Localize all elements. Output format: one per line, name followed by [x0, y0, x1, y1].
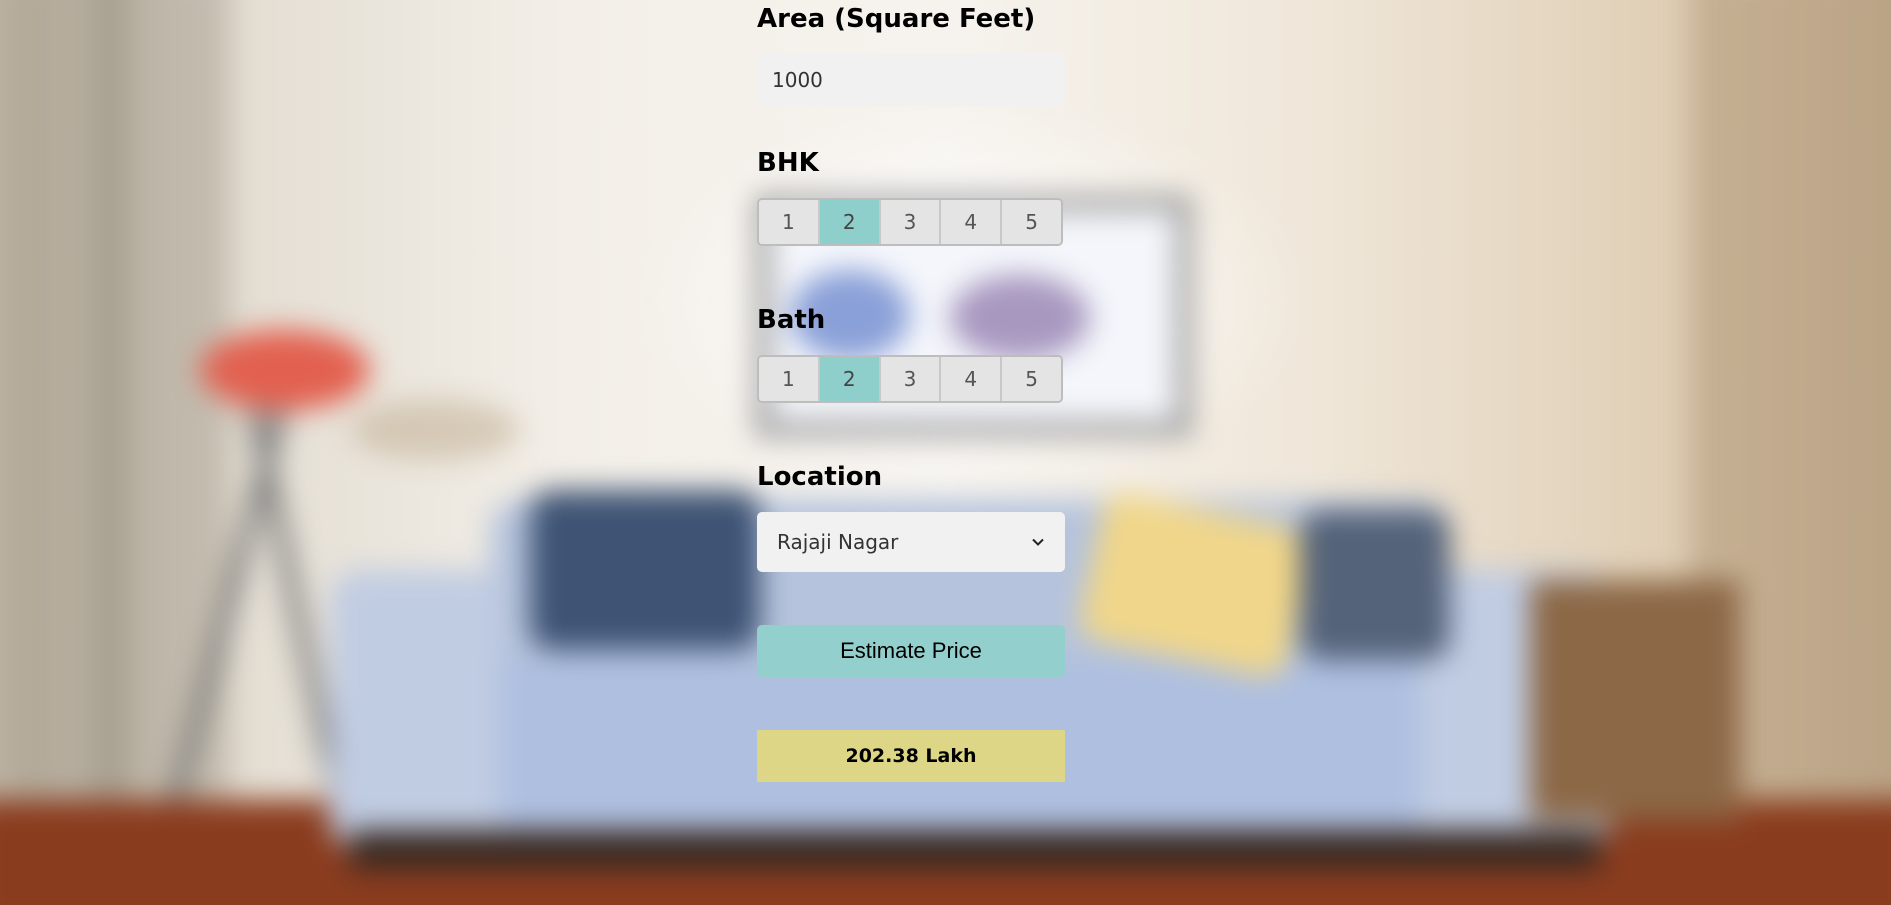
chevron-down-icon — [1032, 538, 1044, 546]
location-selected-value: Rajaji Nagar — [777, 530, 899, 554]
area-label: Area (Square Feet) — [757, 4, 1036, 34]
bhk-option[interactable]: 1 — [759, 200, 820, 244]
estimate-price-button[interactable]: Estimate Price — [757, 625, 1065, 677]
bhk-switch[interactable]: 12345 — [757, 198, 1063, 246]
bhk-option[interactable]: 5 — [1002, 200, 1061, 244]
bhk-option[interactable]: 2 — [819, 200, 881, 244]
bath-option[interactable]: 3 — [880, 357, 942, 401]
bhk-option[interactable]: 4 — [941, 200, 1003, 244]
bath-option[interactable]: 2 — [819, 357, 881, 401]
bhk-option[interactable]: 3 — [880, 200, 942, 244]
estimated-price-result: 202.38 Lakh — [757, 730, 1065, 782]
bath-option[interactable]: 5 — [1002, 357, 1061, 401]
bath-switch[interactable]: 12345 — [757, 355, 1063, 403]
bath-option[interactable]: 1 — [759, 357, 820, 401]
bath-label: Bath — [757, 305, 826, 335]
bath-option[interactable]: 4 — [941, 357, 1003, 401]
bhk-label: BHK — [757, 148, 819, 178]
location-select[interactable]: Rajaji Nagar — [757, 512, 1065, 572]
location-label: Location — [757, 462, 883, 492]
area-input[interactable] — [757, 53, 1065, 106]
